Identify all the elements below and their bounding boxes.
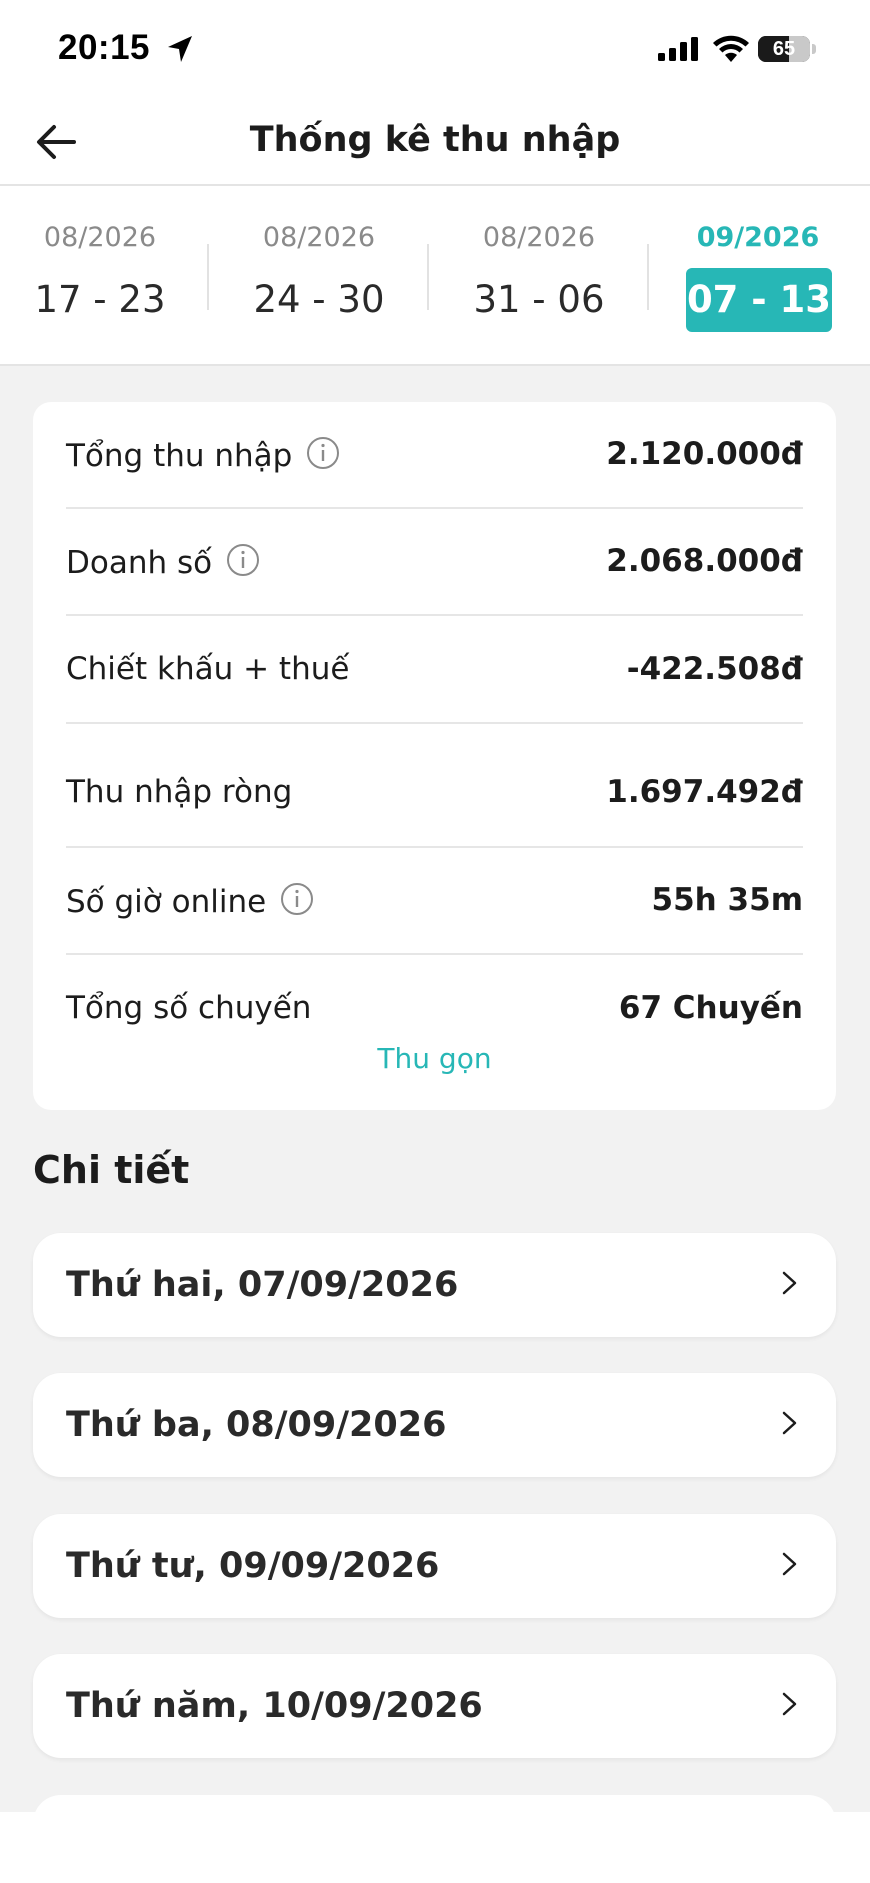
week-range: 24 - 30 (253, 278, 385, 321)
summary-value: 2.120.000đ (606, 436, 803, 472)
summary-label: Chiết khấu + thuế (66, 651, 350, 687)
info-icon[interactable] (280, 882, 314, 916)
day-label: Thứ ba, 08/09/2026 (66, 1405, 447, 1445)
day-label: Thứ hai, 07/09/2026 (66, 1265, 459, 1305)
chevron-right-icon (782, 1271, 797, 1295)
summary-value: 55h 35m (651, 882, 803, 918)
summary-label-text: Tổng thu nhập (66, 438, 293, 474)
week-range: 17 - 23 (34, 278, 166, 321)
summary-value: 1.697.492đ (606, 774, 803, 810)
summary-card: Tổng thu nhập 2.120.000đ Doanh số 2.068.… (33, 402, 836, 1110)
row-divider (66, 846, 803, 848)
info-icon[interactable] (226, 543, 260, 577)
battery-nub (812, 44, 816, 54)
day-label: Thứ năm, 10/09/2026 (66, 1686, 483, 1726)
summary-label: Tổng số chuyến (66, 990, 312, 1026)
row-divider (66, 722, 803, 724)
details-title: Chi tiết (33, 1148, 190, 1192)
chevron-right-icon (782, 1552, 797, 1576)
status-bar: 20:15 65 (0, 0, 870, 100)
page-title: Thống kê thu nhập (249, 120, 621, 160)
day-item-tuesday[interactable]: Thứ ba, 08/09/2026 (33, 1373, 836, 1477)
chevron-right-icon (782, 1692, 797, 1716)
week-month: 09/2026 (696, 222, 820, 253)
week-range: 31 - 06 (473, 278, 605, 321)
day-item-wednesday[interactable]: Thứ tư, 09/09/2026 (33, 1514, 836, 1618)
signal-bars-icon (658, 37, 698, 61)
summary-label-text: Số giờ online (66, 884, 267, 920)
week-tab-3[interactable]: 08/2026 31 - 06 (439, 186, 639, 366)
bottom-safe-area (0, 1812, 870, 1883)
day-item-thursday[interactable]: Thứ năm, 10/09/2026 (33, 1654, 836, 1758)
summary-value: 2.068.000đ (606, 543, 803, 579)
summary-label: Số giờ online (66, 882, 314, 920)
app-header: Thống kê thu nhập (0, 100, 870, 186)
week-tab-4-active[interactable]: 09/2026 07 - 13 (646, 186, 870, 366)
week-selector: 08/2026 17 - 23 08/2026 24 - 30 08/2026 … (0, 186, 870, 366)
status-time: 20:15 (58, 28, 151, 67)
collapse-link[interactable]: Thu gọn (33, 1042, 836, 1075)
week-tab-2[interactable]: 08/2026 24 - 30 (219, 186, 419, 366)
day-item-monday[interactable]: Thứ hai, 07/09/2026 (33, 1233, 836, 1337)
row-divider (66, 614, 803, 616)
battery-percent: 65 (772, 38, 796, 60)
day-label: Thứ tư, 09/09/2026 (66, 1546, 440, 1586)
info-icon[interactable] (306, 436, 340, 470)
wifi-icon (713, 35, 749, 62)
row-divider (66, 507, 803, 509)
summary-label: Tổng thu nhập (66, 436, 340, 474)
location-arrow-icon (168, 36, 192, 62)
summary-label-text: Doanh số (66, 545, 213, 581)
summary-value: -422.508đ (626, 651, 803, 687)
chevron-right-icon (782, 1411, 797, 1435)
week-divider (427, 244, 429, 310)
summary-value: 67 Chuyến (618, 990, 803, 1026)
week-month: 08/2026 (482, 222, 596, 253)
week-range: 07 - 13 (686, 268, 832, 332)
week-month: 08/2026 (43, 222, 157, 253)
income-stats-screen: 20:15 65 Thống kê thu nhập 08/2026 17 - … (0, 0, 870, 1883)
summary-label: Doanh số (66, 543, 260, 581)
week-tab-1[interactable]: 08/2026 17 - 23 (0, 186, 200, 366)
battery-icon: 65 (758, 36, 810, 62)
week-month: 08/2026 (262, 222, 376, 253)
week-divider (207, 244, 209, 310)
summary-label: Thu nhập ròng (66, 774, 293, 810)
row-divider (66, 953, 803, 955)
